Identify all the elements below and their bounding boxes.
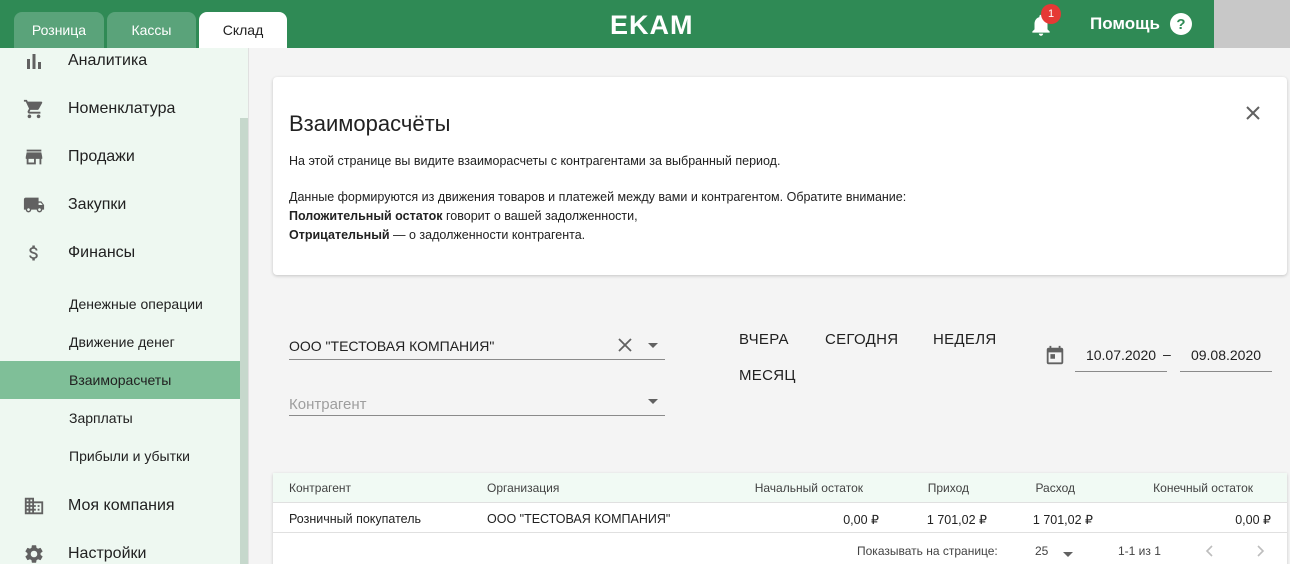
period-yesterday-button[interactable]: ВЧЕРА — [739, 331, 789, 348]
chevron-down-icon[interactable] — [648, 399, 658, 404]
sidebar: Аналитика Номенклатура Продажи Закупки Ф… — [0, 48, 248, 564]
close-icon[interactable] — [1241, 101, 1265, 125]
column-header-income[interactable]: Приход — [873, 481, 969, 495]
tab-retail[interactable]: Розница — [14, 12, 104, 48]
sidebar-item-settings[interactable]: Настройки — [0, 534, 240, 564]
date-from-field[interactable]: 10.07.2020 — [1075, 338, 1167, 372]
sidebar-subitem-profit-loss[interactable]: Прибыли и убытки — [0, 437, 240, 475]
info-line-3-bold: Положительный остаток — [289, 209, 443, 223]
cell-income: 1 701,02 ₽ — [926, 513, 987, 527]
organization-value: ООО "ТЕСТОВАЯ КОМПАНИЯ" — [289, 338, 495, 354]
counterparty-placeholder: Контрагент — [289, 396, 367, 413]
date-to-field[interactable]: 09.08.2020 — [1180, 338, 1272, 372]
sidebar-subitem-label: Денежные операции — [69, 296, 203, 312]
sidebar-item-finance[interactable]: Финансы — [0, 233, 240, 273]
clear-icon[interactable] — [616, 336, 634, 354]
column-header-closing-balance[interactable]: Конечный остаток — [1103, 481, 1253, 495]
sidebar-item-label: Финансы — [68, 244, 136, 261]
sidebar-item-my-company[interactable]: Моя компания — [0, 486, 240, 526]
info-line-4-bold: Отрицательный — [289, 228, 390, 242]
sidebar-item-nomenclature[interactable]: Номенклатура — [0, 89, 240, 129]
gear-icon — [22, 542, 46, 564]
info-line-1: На этой странице вы видите взаиморасчеты… — [289, 154, 781, 168]
sidebar-item-analytics[interactable]: Аналитика — [0, 48, 240, 81]
sidebar-item-label: Настройки — [68, 545, 147, 562]
cell-organization: ООО "ТЕСТОВАЯ КОМПАНИЯ" — [487, 512, 671, 526]
sidebar-item-label: Продажи — [68, 148, 135, 165]
table-header: Контрагент Организация Начальный остаток… — [273, 473, 1287, 503]
info-line-4: Отрицательный — о задолженности контраге… — [289, 228, 585, 242]
info-card: Взаиморасчёты На этой странице вы видите… — [273, 77, 1287, 275]
logo[interactable]: EKAM — [610, 10, 694, 41]
per-page-value: 25 — [1035, 544, 1049, 558]
table-footer: Показывать на странице: 25 1-1 из 1 — [273, 533, 1287, 564]
cell-closing-balance: 0,00 ₽ — [1235, 513, 1271, 527]
per-page-select[interactable]: 25 — [1035, 544, 1048, 558]
store-icon — [22, 145, 46, 169]
info-line-4-rest: — о задолженности контрагента. — [389, 228, 586, 242]
chevron-down-icon[interactable] — [648, 343, 658, 348]
avatar[interactable] — [1214, 0, 1290, 48]
main-content: Взаиморасчёты На этой странице вы видите… — [248, 48, 1290, 564]
help-icon: ? — [1169, 13, 1192, 35]
sidebar-subitem-money-flow[interactable]: Движение денег — [0, 323, 240, 361]
sidebar-item-label: Номенклатура — [68, 100, 176, 117]
sidebar-item-label: Закупки — [68, 196, 127, 213]
top-bar: Розница Кассы Склад EKAM 1 Помощь ? — [0, 0, 1290, 48]
info-line-2: Данные формируются из движения товаров и… — [289, 190, 907, 204]
column-header-organization[interactable]: Организация — [487, 481, 559, 495]
cell-opening-balance: 0,00 ₽ — [843, 513, 879, 527]
chevron-left-icon[interactable] — [1203, 544, 1217, 558]
sidebar-item-label: Аналитика — [68, 52, 148, 69]
pagination-range: 1-1 из 1 — [1118, 544, 1161, 558]
sidebar-subitem-label: Движение денег — [69, 334, 175, 350]
sidebar-item-label: Моя компания — [68, 497, 175, 514]
sidebar-subitem-label: Прибыли и убытки — [69, 448, 190, 464]
column-header-opening-balance[interactable]: Начальный остаток — [713, 481, 863, 495]
help-button[interactable]: Помощь ? — [1090, 13, 1192, 35]
page-title: Взаиморасчёты — [289, 111, 451, 136]
column-header-counterparty[interactable]: Контрагент — [289, 481, 351, 495]
calendar-icon[interactable] — [1044, 345, 1066, 367]
cart-icon — [22, 97, 46, 121]
column-header-expense[interactable]: Расход — [979, 481, 1075, 495]
dollar-icon — [22, 241, 46, 265]
period-week-button[interactable]: НЕДЕЛЯ — [933, 331, 996, 348]
tab-warehouse[interactable]: Склад — [199, 12, 287, 48]
sidebar-item-purchases[interactable]: Закупки — [0, 185, 240, 225]
sidebar-subitem-money-operations[interactable]: Денежные операции — [0, 285, 240, 323]
sidebar-scrollbar[interactable] — [240, 118, 248, 564]
help-label: Помощь — [1090, 14, 1160, 33]
counterparty-select[interactable]: Контрагент — [289, 386, 665, 416]
period-month-button[interactable]: МЕСЯЦ — [739, 367, 796, 384]
organization-select[interactable]: ООО "ТЕСТОВАЯ КОМПАНИЯ" — [289, 330, 665, 360]
chevron-right-icon[interactable] — [1253, 544, 1267, 558]
table-row[interactable]: Розничный покупатель ООО "ТЕСТОВАЯ КОМПА… — [273, 503, 1287, 533]
settlements-table: Контрагент Организация Начальный остаток… — [273, 473, 1287, 564]
date-separator: – — [1163, 346, 1171, 362]
info-line-3-rest: говорит о вашей задолженности, — [442, 209, 638, 223]
tab-cash-registers[interactable]: Кассы — [107, 12, 196, 48]
info-line-3: Положительный остаток говорит о вашей за… — [289, 209, 638, 223]
bar-chart-icon — [22, 49, 46, 73]
sidebar-subitem-salaries[interactable]: Зарплаты — [0, 399, 240, 437]
cell-counterparty: Розничный покупатель — [289, 512, 422, 526]
sidebar-item-sales[interactable]: Продажи — [0, 137, 240, 177]
truck-icon — [22, 193, 46, 217]
per-page-label: Показывать на странице: — [857, 544, 998, 558]
cell-expense: 1 701,02 ₽ — [1032, 513, 1093, 527]
sidebar-subitem-label: Взаиморасчеты — [69, 372, 172, 388]
notification-badge: 1 — [1041, 4, 1061, 24]
building-icon — [22, 494, 46, 518]
sidebar-subitem-settlements[interactable]: Взаиморасчеты — [0, 361, 240, 399]
period-today-button[interactable]: СЕГОДНЯ — [825, 331, 898, 348]
chevron-down-icon[interactable] — [1063, 552, 1073, 557]
sidebar-subitem-label: Зарплаты — [69, 410, 133, 426]
